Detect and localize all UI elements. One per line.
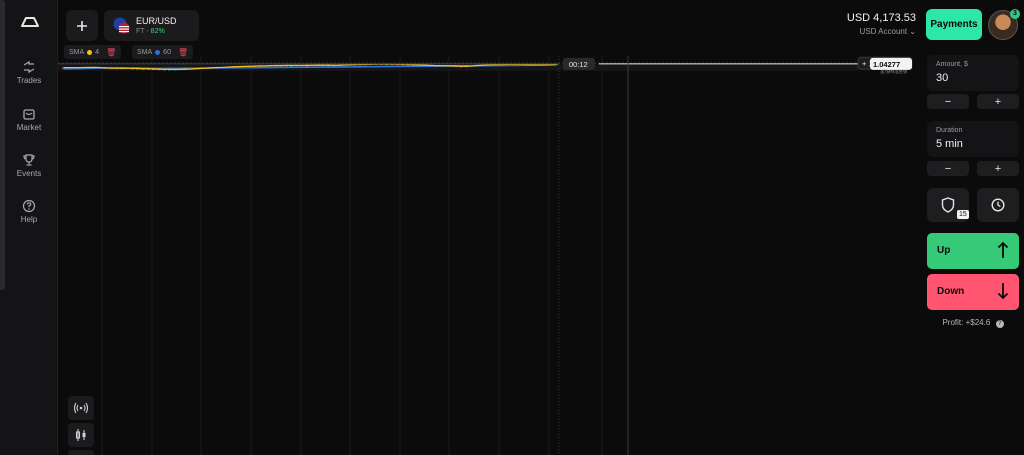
account-balance[interactable]: USD 4,173.53 USD Account ⌄ — [830, 12, 916, 36]
account-type-label: USD Account — [859, 27, 908, 36]
signals-button[interactable] — [68, 396, 94, 420]
account-type: USD Account ⌄ — [830, 27, 916, 36]
up-button[interactable]: Up — [927, 233, 1019, 269]
indicator-period: 4 — [95, 48, 100, 56]
chart-canvas[interactable]: 1.043001.042601.042401.042201.042001.041… — [58, 56, 920, 455]
more-tools-button[interactable] — [68, 450, 94, 455]
asset-type: FT — [136, 28, 145, 35]
sidebar-item-label: Help — [20, 215, 38, 224]
asset-subtitle: FT - 82% — [136, 28, 165, 35]
chart-overlays: 00:12+ 1.042941.04277 — [58, 56, 913, 455]
sidebar-item-label: Events — [16, 169, 42, 178]
arrow-down-icon — [997, 283, 1009, 300]
asset-payout: 82% — [150, 28, 165, 35]
current-price-label: 1.04277 — [873, 60, 900, 69]
indicator-name: SMA — [137, 48, 153, 56]
payments-button[interactable]: Payments — [926, 9, 982, 40]
help-icon[interactable]: ? — [995, 320, 1004, 328]
duration-field[interactable]: Duration 5 min — [927, 121, 1019, 157]
candlestick-icon — [75, 429, 86, 441]
amount-field[interactable]: Amount, $ 30 — [927, 55, 1019, 91]
sidebar-item-market[interactable]: Market — [0, 107, 58, 132]
chevron-down-icon: ⌄ — [909, 27, 916, 36]
shield-icon — [941, 197, 955, 213]
down-button[interactable]: Down — [927, 274, 1019, 310]
chart-type-button[interactable] — [68, 423, 94, 447]
expiry-timer: 00:12 — [562, 57, 595, 70]
indicator-name: SMA — [69, 48, 85, 56]
price-chart[interactable]: 1.043001.042601.042401.042201.042001.041… — [58, 56, 920, 455]
insurance-badge: 15 — [957, 210, 969, 219]
indicator-color-dot — [155, 49, 161, 55]
duration-increase-button[interactable]: + — [977, 161, 1019, 176]
sidebar-item-label: Trades — [16, 76, 42, 85]
indicator-color-dot — [87, 49, 93, 55]
timer-label: 00:12 — [569, 60, 588, 69]
profit-display: Profit: +$24.6 ? — [927, 318, 1019, 328]
arrow-up-icon — [997, 241, 1009, 258]
duration-decrease-button[interactable]: − — [927, 161, 969, 176]
help-icon — [22, 199, 36, 213]
amount-decrease-button[interactable]: − — [927, 94, 969, 109]
trades-icon — [23, 60, 35, 74]
sidebar-item-trades[interactable]: Trades — [0, 60, 58, 85]
balance-amount: USD 4,173.53 — [846, 12, 916, 24]
broadcast-icon — [74, 402, 88, 414]
amount-value[interactable]: 30 — [936, 72, 948, 84]
trophy-icon — [23, 154, 35, 166]
asset-selector[interactable]: EUR/USD FT - 82% — [104, 10, 199, 41]
sidebar-item-label: Market — [16, 123, 42, 132]
duration-label: Duration — [936, 127, 963, 134]
add-asset-button[interactable] — [66, 10, 98, 41]
notification-badge: 3 — [1010, 9, 1020, 19]
duration-value[interactable]: 5 min — [936, 138, 963, 150]
sidebar-item-help[interactable]: Help — [0, 199, 58, 224]
sidebar: Trades Market Events Help — [0, 0, 58, 455]
sidebar-scrollbar[interactable] — [0, 0, 5, 290]
down-label: Down — [937, 286, 965, 297]
sidebar-item-events[interactable]: Events — [0, 153, 58, 178]
logo-icon[interactable] — [19, 14, 41, 30]
amount-increase-button[interactable]: + — [977, 94, 1019, 109]
pending-trade-button[interactable] — [977, 188, 1019, 222]
plus-icon — [77, 20, 87, 31]
indicator-period: 60 — [163, 48, 171, 56]
clock-icon — [991, 198, 1005, 212]
current-price-tag: 1.04277 — [870, 57, 912, 70]
eur-usd-flag-icon — [113, 17, 130, 34]
market-icon — [23, 109, 35, 120]
chart-grid — [58, 56, 858, 455]
amount-label: Amount, $ — [936, 61, 968, 68]
up-label: Up — [937, 245, 951, 256]
profit-value: Profit: +$24.6 — [942, 318, 991, 327]
asset-name: EUR/USD — [136, 16, 177, 26]
